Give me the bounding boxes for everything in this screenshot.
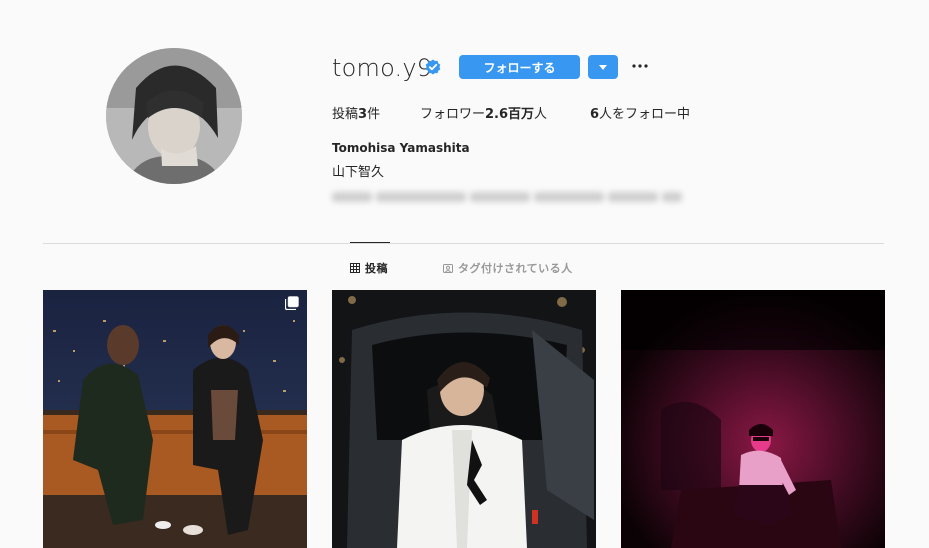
tab-tagged-label: タグ付けされている人	[458, 262, 573, 275]
post-thumbnail[interactable]	[332, 290, 596, 548]
post-thumbnail[interactable]	[43, 290, 307, 548]
tagged-icon	[443, 264, 453, 273]
follow-button[interactable]: フォローする	[459, 55, 580, 79]
grid-icon	[350, 263, 360, 273]
followers-label: フォロワー	[420, 107, 486, 122]
tab-tagged[interactable]: タグ付けされている人	[443, 260, 573, 276]
profile-username: tomo.y9	[332, 54, 433, 82]
tabs-divider	[43, 243, 884, 244]
post-image	[332, 290, 596, 548]
multi-photo-icon	[285, 296, 299, 310]
ellipsis-icon	[632, 64, 648, 68]
profile-bio-name: 山下智久	[332, 165, 385, 180]
posts-count-stat: 投稿3件	[332, 103, 380, 122]
profile-avatar[interactable]	[106, 48, 242, 184]
followers-count: 2.6百万	[485, 107, 535, 122]
tab-posts[interactable]: 投稿	[350, 260, 388, 276]
post-image	[621, 290, 885, 548]
post-thumbnail[interactable]	[621, 290, 885, 548]
active-tab-indicator	[350, 242, 390, 243]
triangle-down-icon	[599, 64, 607, 70]
followers-stat[interactable]: フォロワー2.6百万人	[420, 103, 547, 122]
posts-unit: 件	[367, 107, 381, 122]
more-options-button[interactable]	[630, 56, 650, 76]
following-label: 人をフォロー中	[599, 107, 691, 122]
profile-full-name: Tomohisa Yamashita	[332, 141, 470, 155]
tab-posts-label: 投稿	[365, 262, 388, 275]
posts-count: 3	[358, 107, 368, 122]
followers-unit: 人	[534, 107, 548, 122]
following-count: 6	[590, 107, 600, 122]
posts-label: 投稿	[332, 107, 359, 122]
suggestions-dropdown-button[interactable]	[588, 55, 618, 79]
avatar-image	[106, 48, 242, 184]
following-stat[interactable]: 6人をフォロー中	[590, 103, 690, 122]
post-image	[43, 290, 307, 548]
verified-badge-icon	[425, 59, 441, 75]
blurred-bio-text	[332, 186, 682, 208]
